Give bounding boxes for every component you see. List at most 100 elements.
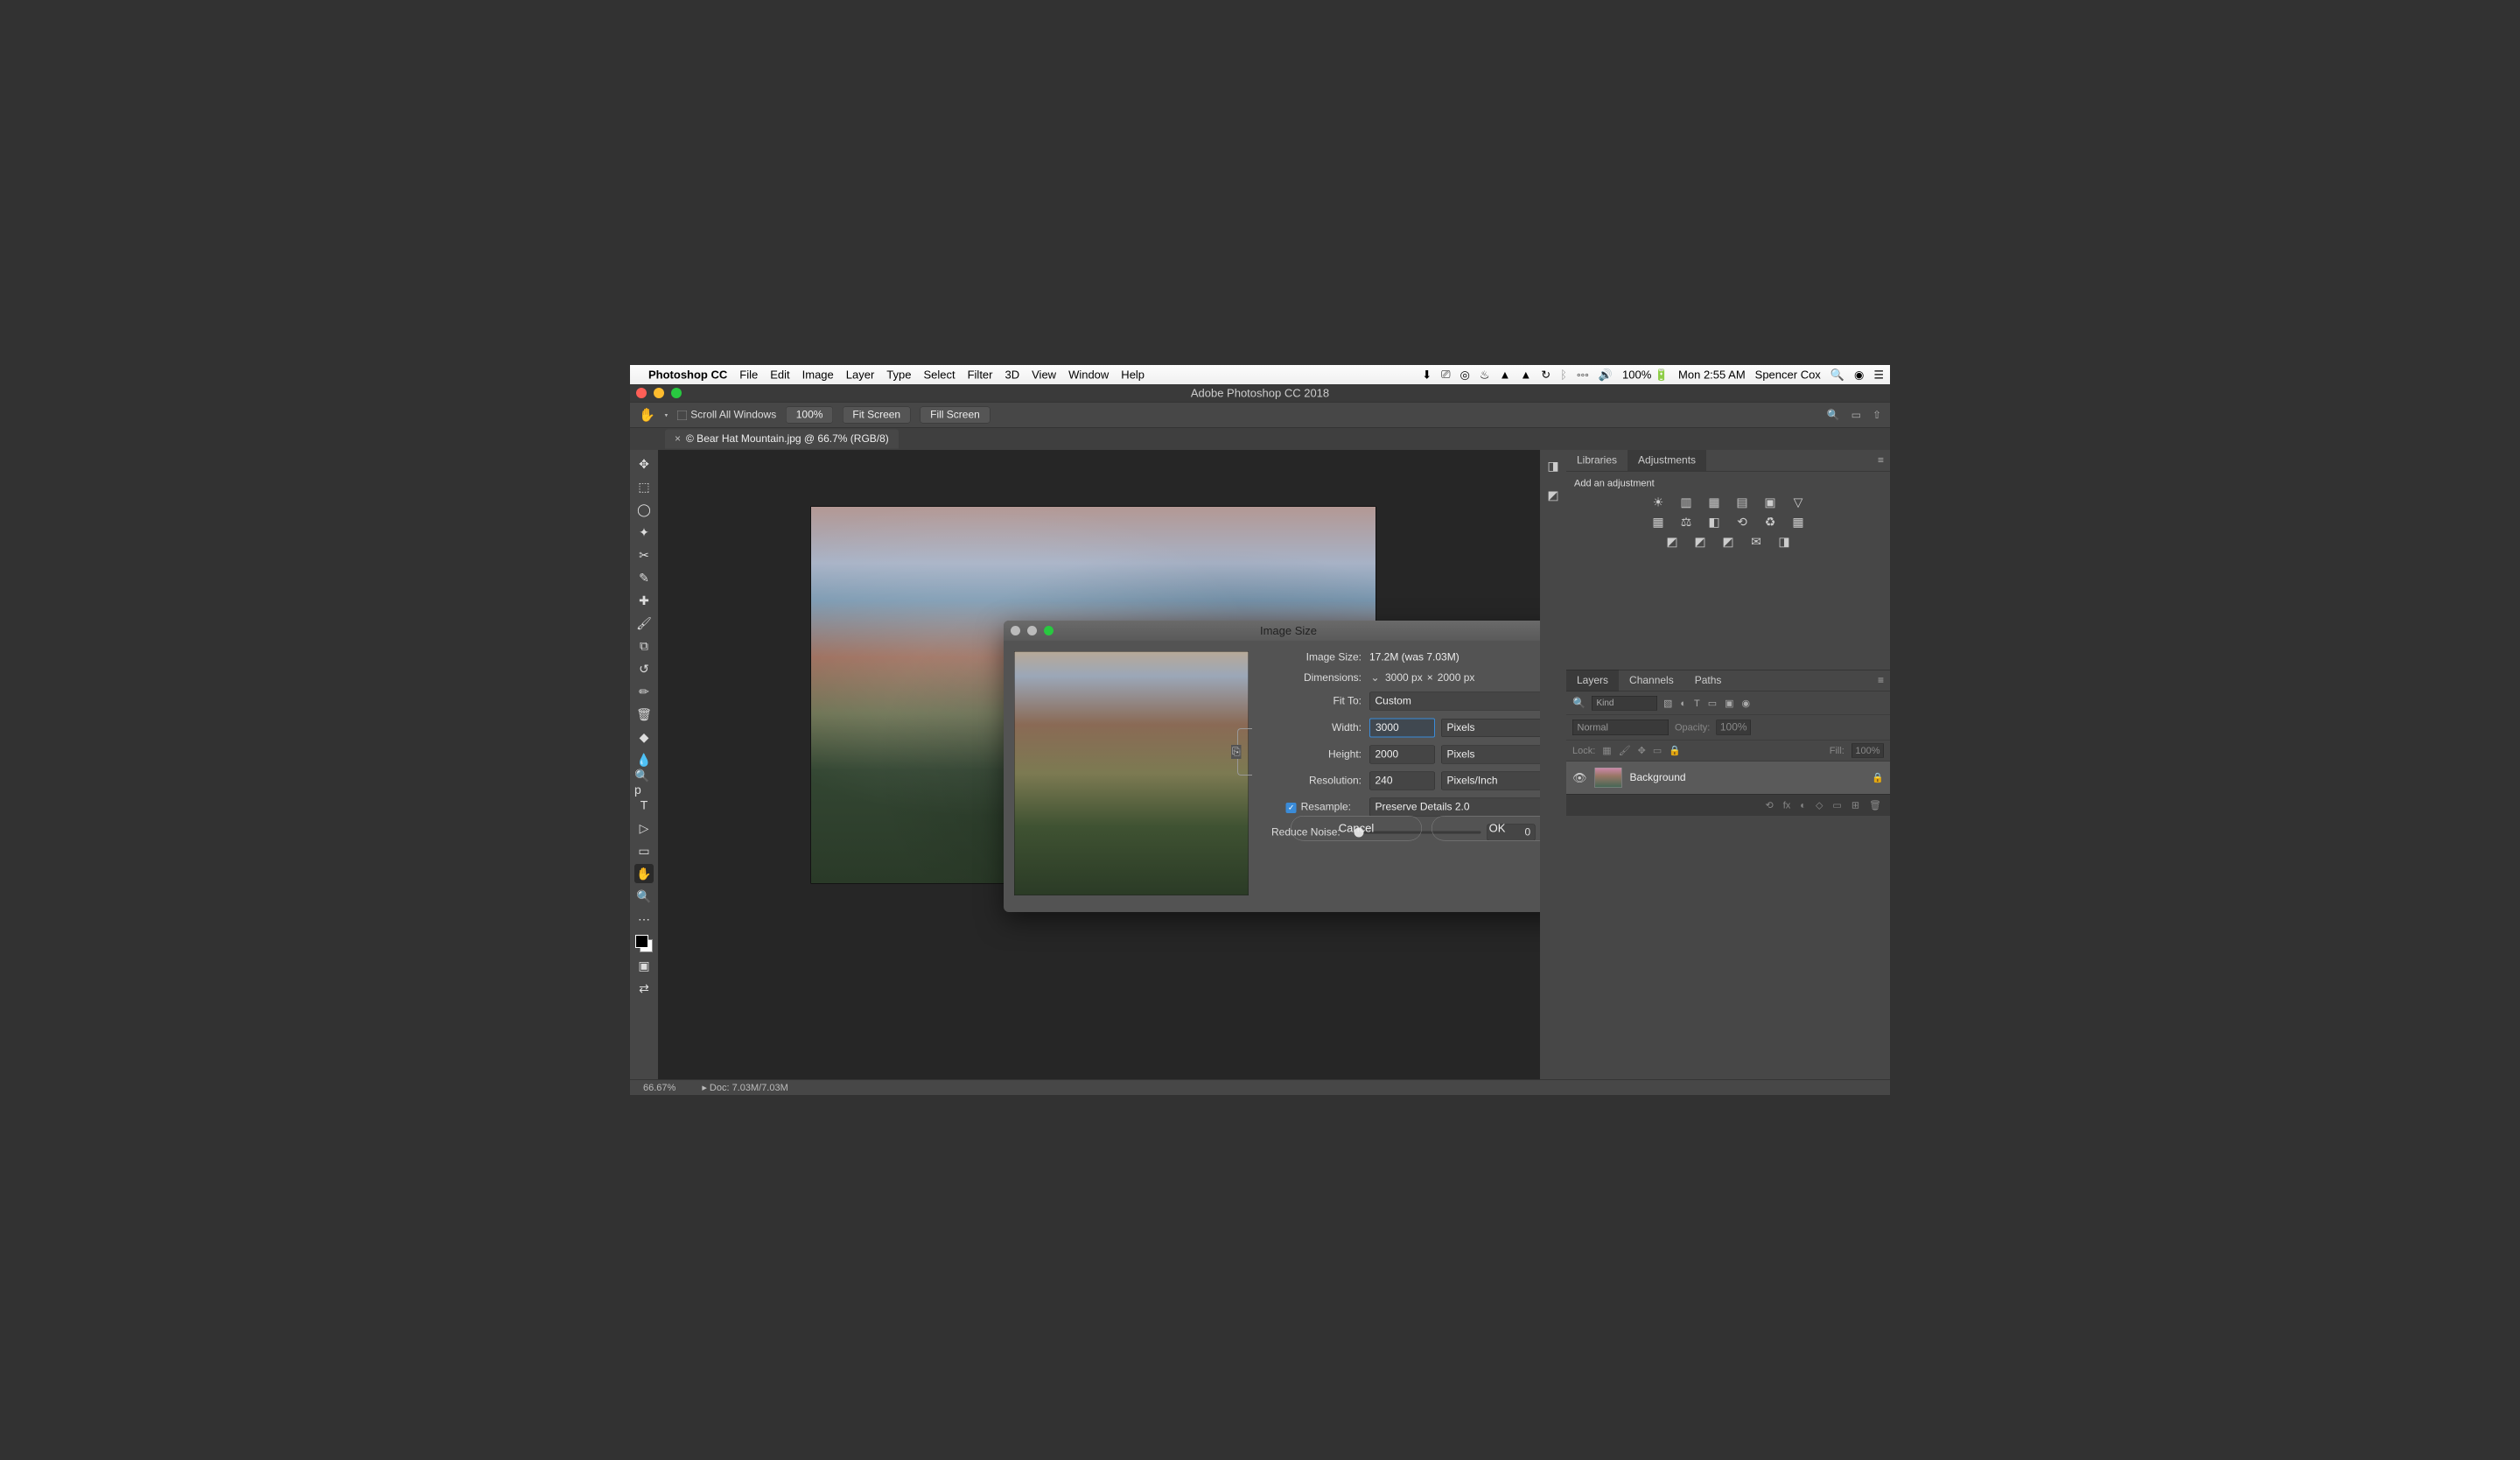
warning-icon[interactable]: ▲	[1500, 368, 1511, 382]
menu-edit[interactable]: Edit	[770, 368, 789, 382]
lock-position-icon[interactable]: ✥	[1638, 745, 1646, 756]
fill-screen-button[interactable]: Fill Screen	[920, 407, 990, 424]
battery-status[interactable]: 100% 🔋	[1622, 368, 1669, 382]
notification-center-icon[interactable]: ☰	[1873, 368, 1884, 382]
fit-screen-button[interactable]: Fit Screen	[843, 407, 911, 424]
tab-adjustments[interactable]: Adjustments	[1628, 450, 1706, 471]
lock-artboard-icon[interactable]: ▭	[1653, 745, 1662, 756]
new-adjustment-icon[interactable]: ◇	[1816, 799, 1823, 811]
clock[interactable]: Mon 2:55 AM	[1678, 368, 1746, 382]
canvas-area[interactable]: Image Size ⚙ ⎘ Image Size: 17.2M (was 7.…	[658, 450, 1540, 1079]
link-layers-icon[interactable]: ⟲	[1766, 799, 1774, 811]
document-tab[interactable]: × © Bear Hat Mountain.jpg @ 66.7% (RGB/8…	[665, 430, 899, 449]
dialog-titlebar[interactable]: Image Size	[1004, 621, 1540, 641]
tab-channels[interactable]: Channels	[1619, 670, 1684, 691]
spotlight-icon[interactable]: 🔍	[1830, 368, 1844, 382]
menu-image[interactable]: Image	[802, 368, 834, 382]
color-balance-icon[interactable]: ▦	[1650, 515, 1667, 530]
vibrance-icon[interactable]: ▣	[1762, 495, 1779, 510]
menu-file[interactable]: File	[739, 368, 758, 382]
channel-mixer-icon[interactable]: ⟲	[1734, 515, 1751, 530]
new-layer-icon[interactable]: ⊞	[1852, 799, 1859, 811]
volume-icon[interactable]: 🔊	[1599, 368, 1613, 382]
black-white-icon[interactable]: ⚖	[1678, 515, 1695, 530]
filter-smart-icon[interactable]: ▣	[1725, 698, 1733, 709]
cc-icon[interactable]: ◎	[1460, 368, 1470, 382]
properties-panel-icon[interactable]: ◩	[1547, 488, 1558, 503]
posterize-icon[interactable]: ◩	[1664, 535, 1681, 550]
menu-view[interactable]: View	[1032, 368, 1056, 382]
user-name[interactable]: Spencer Cox	[1755, 368, 1821, 382]
resample-method-select[interactable]: Preserve Details 2.0⌄	[1369, 798, 1540, 817]
filter-pixel-icon[interactable]: ▧	[1663, 698, 1672, 709]
tool-preset-dropdown[interactable]: ▾	[665, 411, 668, 419]
menu-window[interactable]: Window	[1068, 368, 1109, 382]
hand-tool-icon[interactable]: ✋	[639, 407, 655, 423]
type-tool[interactable]: T	[634, 796, 654, 815]
eraser-tool[interactable]: ✏	[634, 682, 654, 701]
quick-select-tool[interactable]: ✦	[634, 523, 654, 542]
scroll-all-windows-checkbox[interactable]: Scroll All Windows	[677, 409, 776, 421]
curves-icon[interactable]: ▦	[1706, 495, 1723, 510]
hand-tool[interactable]: ✋	[634, 864, 654, 883]
path-select-tool[interactable]: ▷	[634, 818, 654, 838]
delete-layer-icon[interactable]: 🗑	[1869, 799, 1881, 811]
brightness-contrast-icon[interactable]: ☀	[1650, 495, 1667, 510]
brush-tool[interactable]: 🖌	[634, 614, 654, 633]
cancel-button[interactable]: Cancel	[1291, 816, 1422, 841]
fill-value[interactable]: 100%	[1852, 744, 1884, 758]
clone-stamp-tool[interactable]: ⧉	[634, 636, 654, 656]
layer-visibility-icon[interactable]: 👁	[1572, 771, 1587, 785]
new-group-icon[interactable]: ▭	[1832, 799, 1841, 811]
menu-3d[interactable]: 3D	[1004, 368, 1019, 382]
more-tools[interactable]: ⋯	[634, 909, 654, 929]
dimensions-disclosure[interactable]: ⌄	[1369, 671, 1381, 684]
menu-help[interactable]: Help	[1121, 368, 1144, 382]
invert-icon[interactable]: ▦	[1790, 515, 1807, 530]
layers-panel-menu-icon[interactable]: ≡	[1872, 670, 1890, 691]
move-tool[interactable]: ✥	[634, 454, 654, 474]
shape-tool[interactable]: ▭	[634, 841, 654, 860]
lock-pixels-icon[interactable]: 🖌	[1619, 745, 1631, 756]
app-menu[interactable]: Photoshop CC	[648, 368, 727, 382]
marquee-tool[interactable]: ⬚	[634, 477, 654, 496]
blend-mode-select[interactable]: Normal	[1572, 719, 1669, 735]
history-brush-tool[interactable]: ↺	[634, 659, 654, 678]
height-input[interactable]: 2000	[1369, 746, 1435, 764]
menu-select[interactable]: Select	[923, 368, 955, 382]
lock-all-icon[interactable]: 🔒	[1669, 745, 1681, 756]
crop-tool[interactable]: ✂	[634, 545, 654, 565]
dialog-preview[interactable]	[1014, 651, 1249, 895]
threshold-icon[interactable]: ◩	[1692, 535, 1709, 550]
opacity-value[interactable]: 100%	[1716, 720, 1751, 735]
eyedropper-tool[interactable]: ✎	[634, 568, 654, 587]
tab-libraries[interactable]: Libraries	[1566, 450, 1628, 471]
layer-filter-select[interactable]: Kind	[1592, 696, 1657, 711]
search-icon[interactable]: 🔍	[1827, 409, 1840, 422]
triangle-icon[interactable]: ▲	[1520, 368, 1531, 382]
layer-lock-icon[interactable]: 🔒	[1872, 772, 1884, 783]
resample-checkbox[interactable]: ✓Resample:	[1274, 801, 1351, 813]
layer-fx-icon[interactable]: fx	[1783, 799, 1791, 811]
solid-color-icon[interactable]: ◨	[1776, 535, 1793, 550]
menu-filter[interactable]: Filter	[968, 368, 993, 382]
quick-mask-toggle[interactable]: ▣	[634, 956, 654, 975]
selective-color-icon[interactable]: ✉	[1748, 535, 1765, 550]
constrain-proportions-icon[interactable]: ⎘	[1231, 745, 1242, 759]
dodge-tool[interactable]: 💧	[634, 750, 654, 769]
fit-to-select[interactable]: Custom⌄	[1369, 692, 1540, 711]
pen-tool[interactable]: 🔍p	[634, 773, 654, 792]
menu-layer[interactable]: Layer	[846, 368, 875, 382]
panel-menu-icon[interactable]: ≡	[1872, 450, 1890, 471]
lock-transparency-icon[interactable]: ▦	[1602, 745, 1611, 756]
resolution-unit-select[interactable]: Pixels/Inch⌄	[1441, 772, 1540, 790]
tab-layers[interactable]: Layers	[1566, 670, 1619, 691]
layer-mask-icon[interactable]: ◐	[1800, 799, 1806, 811]
gradient-map-icon[interactable]: ◩	[1720, 535, 1737, 550]
width-input[interactable]: 3000	[1369, 719, 1435, 738]
lasso-tool[interactable]: ◯	[634, 500, 654, 519]
exposure-icon[interactable]: ▤	[1734, 495, 1751, 510]
gradient-tool[interactable]: 🗑	[634, 705, 654, 724]
filter-type-layer-icon[interactable]: T	[1694, 698, 1700, 709]
wifi-icon[interactable]: ◦◦◦	[1577, 368, 1589, 382]
